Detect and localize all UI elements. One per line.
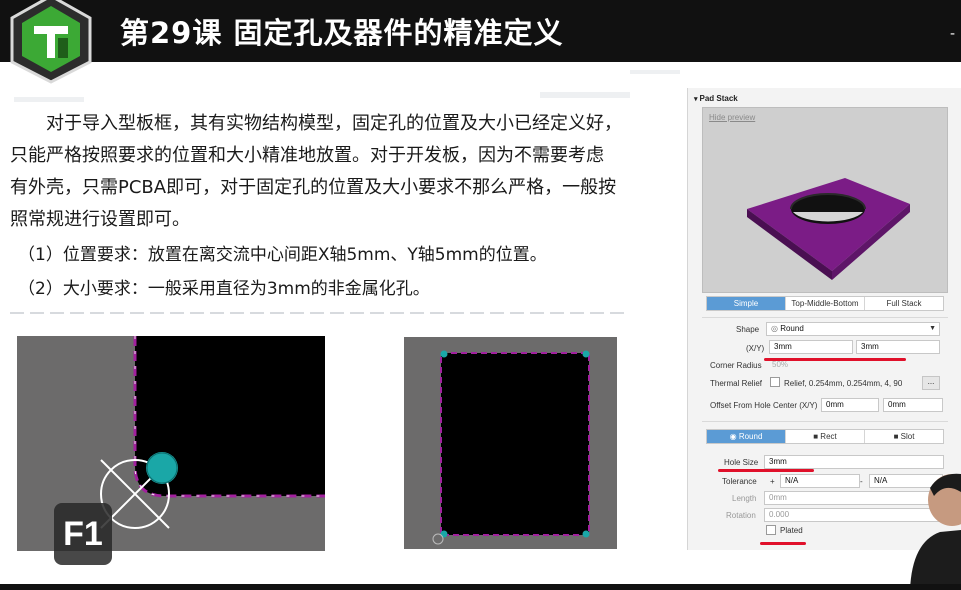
shape-select[interactable]: ◎ Round ▼ [766, 322, 940, 336]
panel-separator [702, 317, 948, 318]
collapse-triangle-icon: ▾ [694, 96, 698, 103]
xy-label: (X/Y) [746, 344, 765, 353]
offset-x-input[interactable]: 0mm [821, 398, 879, 412]
tolerance-minus-sign: - [860, 477, 863, 486]
paragraph-line: 对于导入型板框，其有实物结构模型，固定孔的位置及大小已经定义好， [46, 113, 622, 134]
offset-y-input[interactable]: 0mm [883, 398, 943, 412]
section-divider [10, 312, 630, 314]
thermal-relief-value: Relief, 0.254mm, 0.254mm, 4, 90 [784, 379, 903, 388]
rotation-label: Rotation [726, 511, 756, 520]
position-requirement: （1）位置要求：放置在离交流中心间距X轴5mm、Y轴5mm的位置。 [18, 245, 547, 265]
board-overview-view [404, 337, 617, 549]
pad-mode-tabs: Simple Top-Middle-Bottom Full Stack [706, 296, 944, 311]
lesson-title: 第29课 固定孔及器件的精准定义 [120, 16, 564, 50]
hole-type-tabs: ◉ Round ■ Rect ■ Slot [706, 429, 944, 444]
tab-top-middle-bottom[interactable]: Top-Middle-Bottom [786, 297, 865, 310]
thermal-relief-label: Thermal Relief [710, 379, 763, 388]
plated-label: Plated [780, 526, 803, 535]
corner-radius-value: 50% [772, 360, 789, 369]
bottom-bar [0, 584, 961, 590]
hole-size-label: Hole Size [724, 458, 759, 467]
size-requirement: （2）大小要求：一般采用直径为3mm的非金属化孔。 [18, 279, 430, 299]
board-overview-figure [404, 337, 617, 549]
decor-block [630, 70, 680, 74]
paragraph-line: 有外壳，只需PCBA即可，对于固定孔的位置及大小要求不那么严格，一般按 [10, 177, 617, 198]
presenter-video [910, 473, 961, 590]
annotation-underline [760, 542, 806, 545]
title-bar: 第29课 固定孔及器件的精准定义 - [0, 0, 961, 84]
round-hole-icon: ◉ [729, 432, 739, 441]
tab-hole-round[interactable]: ◉ Round [707, 430, 786, 443]
tab-simple[interactable]: Simple [707, 297, 786, 310]
pad-3d-preview[interactable]: Hide preview [702, 107, 948, 293]
tolerance-plus-input[interactable]: N/A [780, 474, 860, 488]
panel-separator [702, 421, 948, 422]
pad-x-size-input[interactable]: 3mm [769, 340, 853, 354]
offset-label: Offset From Hole Center (X/Y) [710, 401, 818, 410]
decor-block [540, 92, 630, 98]
corner-radius-label: Corner Radius [710, 361, 762, 370]
chevron-down-icon: ▼ [929, 325, 936, 332]
paragraph-line: 只能严格按照要求的位置和大小精准地放置。对于开发板，因为不需要考虑 [10, 145, 604, 166]
slot-hole-icon: ■ [893, 432, 901, 441]
tolerance-plus-sign: + [770, 477, 775, 486]
length-label: Length [732, 494, 757, 503]
pad-y-size-input[interactable]: 3mm [856, 340, 940, 354]
tab-hole-rect[interactable]: ■ Rect [786, 430, 865, 443]
hole-size-input[interactable]: 3mm [764, 455, 944, 469]
tab-full-stack[interactable]: Full Stack [865, 297, 943, 310]
thermal-relief-checkbox[interactable] [770, 377, 780, 387]
round-shape-icon: ◎ [771, 324, 781, 333]
hide-preview-link[interactable]: Hide preview [709, 113, 755, 122]
plated-checkbox[interactable] [766, 525, 776, 535]
paragraph-line: 照常规进行设置即可。 [10, 209, 190, 230]
pad-3d-model [747, 178, 910, 280]
intro-paragraph: 对于导入型板框，其有实物结构模型，固定孔的位置及大小已经定义好， 只能严格按照要… [10, 108, 650, 236]
thermal-relief-edit-button[interactable]: ... [922, 376, 940, 390]
annotation-underline [718, 469, 814, 472]
title-corner-mark: - [949, 26, 955, 42]
tolerance-label: Tolerance [722, 477, 757, 486]
tab-hole-slot[interactable]: ■ Slot [865, 430, 943, 443]
course-logo-icon [10, 0, 92, 84]
shape-label: Shape [736, 325, 760, 334]
decor-block [14, 97, 84, 102]
f1-watermark-badge: F1 [54, 503, 112, 565]
pad-stack-header[interactable]: ▾ Pad Stack [694, 94, 738, 103]
